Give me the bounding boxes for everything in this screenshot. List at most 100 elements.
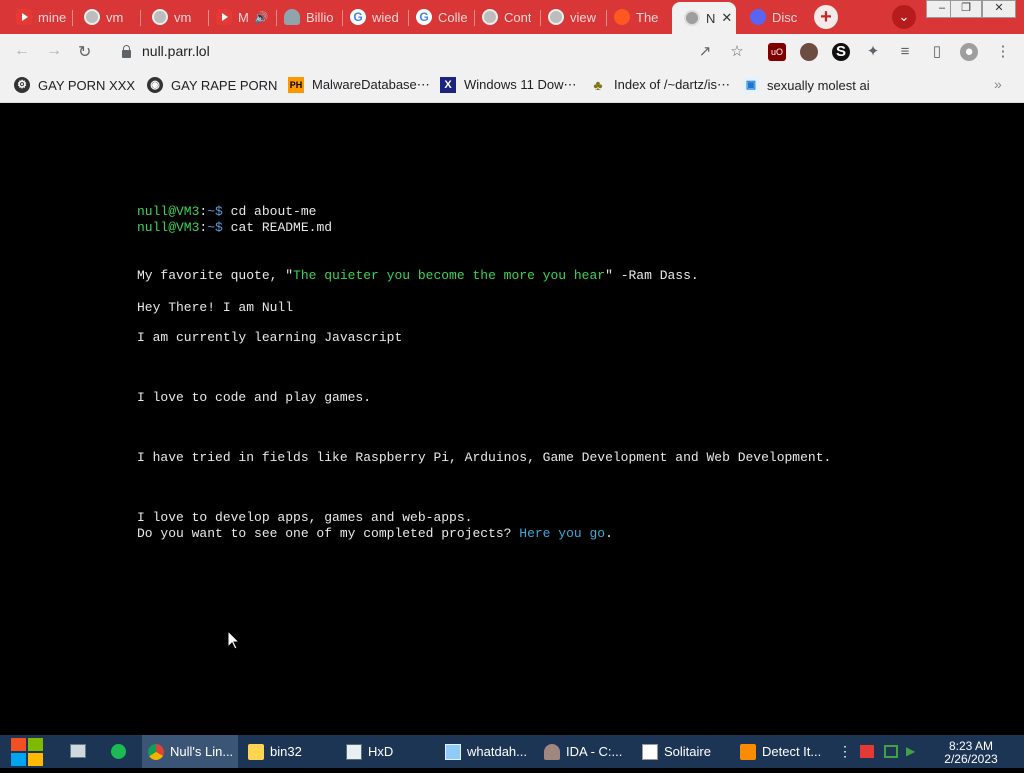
tab-youtube-audio[interactable]: M 🔊 [204, 2, 272, 32]
s-extension-icon[interactable]: S [832, 43, 850, 61]
tab-disc[interactable]: Disc [738, 2, 804, 32]
tab-mine[interactable]: mine [4, 2, 68, 32]
projects-prefix: Do you want to see one of my completed p… [137, 526, 520, 541]
volume-icon[interactable]: ▶ [906, 745, 920, 758]
bookmark-item[interactable]: PH MalwareDatabase⋯ [288, 77, 430, 93]
start-button[interactable] [10, 736, 44, 768]
discord-icon [750, 9, 766, 25]
tab-wied[interactable]: G wied [338, 2, 404, 32]
media-control-icon[interactable]: ≡ [896, 43, 914, 61]
taskbar-item-detect-it-easy[interactable]: Detect It... [734, 735, 826, 768]
address-bar[interactable]: null.parr.lol [108, 38, 756, 66]
projects-link[interactable]: Here you go [519, 526, 605, 541]
bookmark-item[interactable]: ◉ GAY RAPE PORN [147, 77, 277, 93]
x-icon: X [440, 77, 456, 93]
terminal-line-cd: null@VM3:~$ cd about-me [137, 204, 316, 219]
quote-line: My favorite quote, "The quieter you beco… [137, 268, 699, 283]
bookmark-item[interactable]: ♣ Index of /~dartz/is⋯ [590, 77, 730, 93]
system-clock[interactable]: 8:23 AM 2/26/2023 [932, 740, 1010, 766]
tab-billio[interactable]: Billio [272, 2, 338, 32]
quote-prefix: My favorite quote, " [137, 268, 294, 283]
bookmark-site-icon: ▣ [743, 77, 759, 93]
tab-colle[interactable]: G Colle [404, 2, 470, 32]
chrome-icon [148, 743, 164, 760]
taskbar-item-label: IDA - C:... [566, 744, 623, 759]
reddit-icon [614, 9, 630, 25]
globe-icon [482, 9, 498, 25]
ida-icon [544, 743, 560, 760]
close-window-button[interactable]: ✕ [982, 0, 1016, 18]
extensions-puzzle-icon[interactable]: ✦ [864, 43, 882, 61]
side-panel-icon[interactable]: ▯ [928, 43, 946, 61]
reload-icon[interactable]: ↻ [78, 42, 91, 62]
tab-label: view [570, 9, 597, 25]
profile-icon[interactable]: ● [960, 43, 978, 61]
youtube-icon [16, 9, 32, 25]
tab-label: wied [372, 9, 399, 25]
network-icon[interactable] [884, 745, 898, 758]
extension-avatar-icon[interactable] [800, 43, 818, 61]
globe-icon [84, 9, 100, 25]
bookmarks-overflow-icon[interactable]: » [994, 76, 1002, 92]
prompt-path: ~$ [207, 204, 223, 219]
tab-label: M [238, 9, 249, 25]
taskbar-item-bin32[interactable]: bin32 [242, 735, 334, 768]
bookmark-star-icon[interactable]: ☆ [728, 43, 746, 61]
maximize-button[interactable]: ❐ [950, 0, 982, 18]
prompt-user: null@VM3 [137, 220, 200, 235]
ublock-icon[interactable]: uO [768, 43, 786, 61]
taskbar-item-label: bin32 [270, 744, 302, 759]
flag-icon[interactable] [860, 745, 874, 758]
bookmark-label: sexually molest ai [767, 77, 870, 93]
back-arrow-icon[interactable]: ← [14, 42, 30, 60]
speaker-icon[interactable]: 🔊 [255, 11, 269, 24]
taskbar-item-solitaire[interactable]: Solitaire [636, 735, 728, 768]
bookmarks-bar: ⚙ GAY PORN XXX ◉ GAY RAPE PORN PH Malwar… [0, 70, 1024, 103]
terminal-line-cat: null@VM3:~$ cat README.md [137, 220, 332, 235]
taskbar: Null's Lin... bin32 HxD whatdah... IDA -… [0, 735, 1024, 768]
tab-cont[interactable]: Cont [470, 2, 536, 32]
projects-suffix: . [605, 526, 613, 541]
taskbar-item-label: whatdah... [467, 744, 527, 759]
taskbar-item-label: Null's Lin... [170, 744, 234, 759]
taskbar-item-chrome[interactable]: Null's Lin... [142, 735, 238, 768]
taskbar-item-label: HxD [368, 744, 394, 759]
tab-vm-1[interactable]: vm [72, 2, 136, 32]
tab-view[interactable]: view [536, 2, 602, 32]
share-icon[interactable]: ↗ [696, 43, 714, 61]
taskbar-item-whatdah[interactable]: whatdah... [439, 735, 531, 768]
tab-the[interactable]: The [602, 2, 668, 32]
browser-toolbar: ← → ↻ null.parr.lol ↗ ☆ uO S ✦ ≡ ▯ ● ⋮ [0, 34, 1024, 70]
spotify-icon[interactable] [111, 744, 126, 759]
tab-null-active[interactable]: N ✕ [672, 2, 736, 34]
bookmark-item[interactable]: ⚙ GAY PORN XXX [14, 77, 135, 93]
task-view-icon[interactable] [70, 744, 86, 758]
tab-label: N [706, 10, 716, 26]
tab-label: vm [106, 9, 124, 25]
detect-it-easy-icon [740, 743, 756, 760]
bookmark-item[interactable]: ▣ sexually molest ai [743, 77, 870, 93]
google-icon: G [416, 9, 432, 25]
projects-line: Do you want to see one of my completed p… [137, 526, 613, 541]
fields-line: I have tried in fields like Raspberry Pi… [137, 450, 832, 465]
taskbar-item-hxd[interactable]: HxD [340, 735, 432, 768]
new-tab-button[interactable]: + [814, 5, 838, 29]
tab-search-button[interactable]: ⌄ [892, 5, 916, 29]
tab-label: The [636, 9, 659, 25]
quote-suffix: " -Ram Dass. [605, 268, 699, 283]
menu-kebab-icon[interactable]: ⋮ [994, 43, 1012, 61]
command-text: cd about-me [222, 204, 317, 219]
lock-icon[interactable] [122, 45, 131, 58]
google-icon: G [350, 9, 366, 25]
bookmark-item[interactable]: X Windows 11 Dow⋯ [440, 77, 576, 93]
taskbar-item-ida[interactable]: IDA - C:... [538, 735, 630, 768]
tray-overflow-icon[interactable]: ⋮ [838, 743, 852, 760]
bookmark-label: GAY PORN XXX [38, 77, 136, 93]
close-tab-icon[interactable]: ✕ [721, 10, 732, 26]
tab-label: vm [174, 9, 192, 25]
bookmark-label: MalwareDatabase⋯ [312, 77, 430, 92]
prompt-path: ~$ [207, 220, 223, 235]
tab-vm-2[interactable]: vm [140, 2, 204, 32]
forward-arrow-icon[interactable]: → [46, 42, 62, 60]
ph-icon: PH [288, 77, 304, 93]
